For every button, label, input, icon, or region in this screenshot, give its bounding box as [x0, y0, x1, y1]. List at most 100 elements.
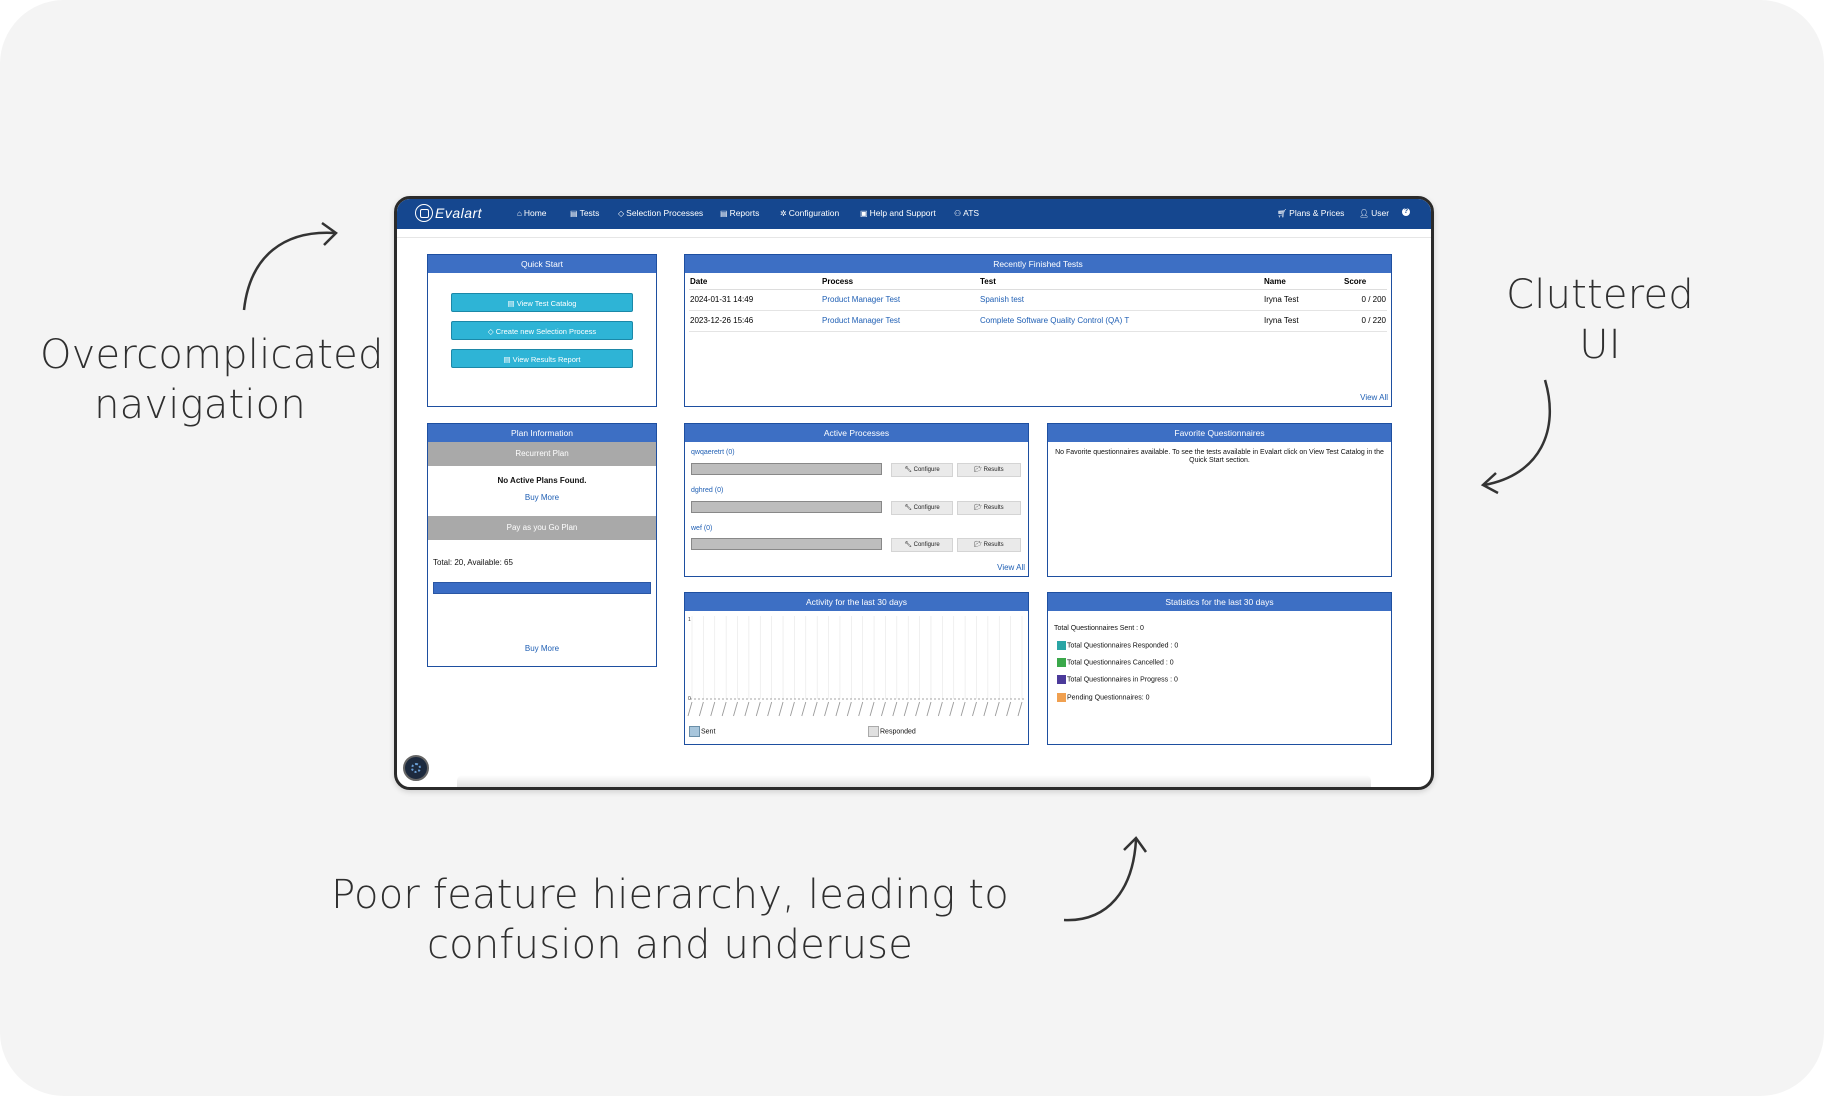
- chart-x-tick-label: [698, 701, 704, 717]
- arrow-to-cluttered: [1480, 379, 1552, 495]
- buy-more-link-2[interactable]: Buy More: [428, 644, 656, 653]
- panel-title: Statistics for the last 30 days: [1048, 593, 1391, 611]
- favorites-empty-message: No Favorite questionnaires available. To…: [1055, 449, 1384, 464]
- nav-configuration[interactable]: ✲ Configuration: [780, 208, 839, 218]
- chart-x-tick-label: [846, 701, 852, 717]
- stat-responded: Total Questionnaires Responded : 0: [1057, 641, 1178, 650]
- nav-help[interactable]: ?: [1402, 208, 1410, 216]
- results-button[interactable]: 📂︎ Results: [957, 463, 1021, 477]
- nav-plans-prices[interactable]: 🛒︎ Plans & Prices: [1277, 208, 1344, 218]
- view-results-report-button[interactable]: ▤ View Results Report: [451, 349, 633, 368]
- quick-start-panel: Quick Start ▤ View Test Catalog ◇ Create…: [427, 254, 657, 407]
- chart-x-tick-label: [801, 701, 807, 717]
- chart-x-tick-label: [881, 701, 886, 717]
- chart-x-tick-label: [824, 701, 829, 717]
- table-header: Date Process Test Name Score: [689, 275, 1387, 289]
- nav-home[interactable]: ⌂ Home: [517, 208, 547, 218]
- stat-cancelled: Total Questionnaires Cancelled : 0: [1057, 658, 1174, 667]
- chart-x-tick-label: [835, 701, 841, 717]
- page-bottom-shadow: [457, 775, 1371, 787]
- plan-info-panel: Plan Information Recurrent Plan No Activ…: [427, 423, 657, 667]
- chart-x-tick-label: [1017, 701, 1023, 717]
- support-icon: ▣: [860, 208, 868, 218]
- nav-help-support[interactable]: ▣ Help and Support: [860, 208, 936, 218]
- statistics-panel: Statistics for the last 30 days Total Qu…: [1047, 592, 1392, 745]
- test-link[interactable]: Complete Software Quality Control (QA) T: [979, 310, 1263, 331]
- results-button[interactable]: 📂︎ Results: [957, 538, 1021, 552]
- chart-x-tick-label: [983, 701, 989, 717]
- chart-x-tick-label: [915, 701, 921, 717]
- configure-button[interactable]: 🔧︎ Configure: [891, 501, 953, 515]
- create-selection-process-button[interactable]: ◇ Create new Selection Process: [451, 321, 633, 340]
- test-link[interactable]: Spanish test: [979, 289, 1263, 310]
- y-tick-top: 1: [688, 617, 691, 623]
- legend-swatch: [1057, 675, 1066, 684]
- process-name-link[interactable]: qwqaeretrt (0): [691, 449, 735, 456]
- chart-x-tick-label: [710, 701, 716, 717]
- configure-button[interactable]: 🔧︎ Configure: [891, 538, 953, 552]
- chart-x-tick-label: [994, 701, 1000, 717]
- brand-logo[interactable]: Evalart: [415, 204, 482, 222]
- nav-ats[interactable]: ⚇ ATS: [954, 208, 979, 218]
- process-link[interactable]: Product Manager Test: [821, 310, 979, 331]
- chart-x-ticks: [687, 701, 1023, 717]
- panel-title: Plan Information: [428, 424, 656, 442]
- process-link[interactable]: Product Manager Test: [821, 289, 979, 310]
- list-icon: ▤: [570, 208, 578, 218]
- process-name-link[interactable]: dghred (0): [691, 487, 723, 494]
- chart-x-tick-label: [926, 701, 932, 717]
- stat-pending: Pending Questionnaires: 0: [1057, 693, 1150, 702]
- home-icon: ⌂: [517, 208, 522, 218]
- stat-in-progress: Total Questionnaires in Progress : 0: [1057, 675, 1178, 684]
- arrow-to-nav: [242, 221, 338, 311]
- view-all-processes-link[interactable]: View All: [997, 563, 1025, 572]
- chart-gridlines: [691, 616, 1023, 699]
- activity-panel: Activity for the last 30 days 1 0 Sent R…: [684, 592, 1029, 745]
- gear-icon: ✲: [780, 208, 787, 218]
- plan-totals: Total: 20, Available: 65: [433, 558, 513, 567]
- view-all-tests-link[interactable]: View All: [1360, 393, 1388, 402]
- report-icon: ▤: [720, 208, 728, 218]
- callout-navigation: Overcomplicated navigation: [40, 332, 384, 428]
- chart-x-tick-label: [733, 701, 738, 717]
- nav-selection-processes[interactable]: ◇ Selection Processes: [618, 208, 703, 218]
- buy-more-link[interactable]: Buy More: [428, 493, 656, 502]
- legend-swatch: [1057, 641, 1066, 650]
- y-tick-zero: 0: [688, 696, 691, 702]
- recurrent-plan-bar: Recurrent Plan: [428, 442, 656, 466]
- chart-x-tick-label: [960, 701, 966, 717]
- chart-x-tick-label: [892, 701, 898, 717]
- panel-title: Quick Start: [428, 255, 656, 273]
- panel-title: Active Processes: [685, 424, 1028, 442]
- legend-sent: Sent: [689, 726, 715, 737]
- nav-divider: [397, 229, 1431, 238]
- arrow-to-hierarchy: [1063, 836, 1148, 922]
- configure-button[interactable]: 🔧︎ Configure: [891, 463, 953, 477]
- results-button[interactable]: 📂︎ Results: [957, 501, 1021, 515]
- nav-tests[interactable]: ▤ Tests: [570, 208, 599, 218]
- legend-swatch: [689, 726, 700, 737]
- panel-title: Recently Finished Tests: [685, 255, 1391, 273]
- chart-x-tick-label: [721, 701, 727, 717]
- chart-x-tick-label: [778, 701, 784, 717]
- brand-name: Evalart: [435, 205, 483, 221]
- legend-swatch: [1057, 658, 1066, 667]
- table-row: 2024-01-31 14:49 Product Manager Test Sp…: [689, 289, 1387, 310]
- legend-swatch: [1057, 693, 1066, 702]
- table-row: 2023-12-26 15:46 Product Manager Test Co…: [689, 310, 1387, 331]
- process-progress-bar: [691, 501, 882, 513]
- chart-x-tick-label: [869, 701, 875, 717]
- view-test-catalog-button[interactable]: ▤ View Test Catalog: [451, 293, 633, 312]
- process-name-link[interactable]: wef (0): [691, 525, 712, 532]
- chart-x-tick-label: [937, 701, 943, 717]
- chat-widget-icon[interactable]: [403, 755, 429, 781]
- nav-reports[interactable]: ▤ Reports: [720, 208, 759, 218]
- user-icon: 👤︎: [1359, 208, 1370, 218]
- chart-x-tick-label: [789, 701, 795, 717]
- process-progress-bar: [691, 538, 882, 550]
- recent-tests-panel: Recently Finished Tests Date Process Tes…: [684, 254, 1392, 407]
- nav-user[interactable]: 👤︎ User: [1359, 208, 1389, 218]
- process-progress-bar: [691, 463, 882, 475]
- chart-x-tick-label: [755, 701, 761, 717]
- no-plans-text: No Active Plans Found.: [497, 476, 587, 485]
